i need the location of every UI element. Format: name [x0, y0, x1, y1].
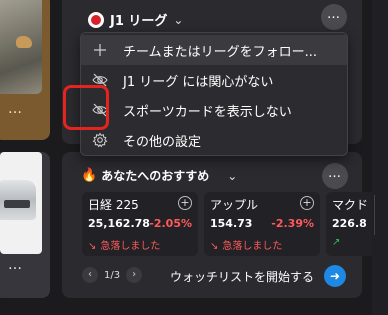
more-options-button[interactable]: … — [8, 101, 23, 117]
menu-item-label: スポーツカードを表示しない — [123, 104, 292, 120]
plus-icon — [94, 44, 106, 56]
pager: ‹ 1/3 › — [82, 267, 143, 283]
menu-item-label: その他の設定 — [123, 134, 202, 150]
arrow-right-icon[interactable]: ➜ — [324, 265, 346, 287]
stock-trend: ↘ 急落しました — [88, 241, 161, 252]
next-page-button[interactable]: › — [126, 267, 143, 283]
start-watchlist-link[interactable]: ウォッチリストを開始する — [170, 268, 314, 285]
context-menu: チームまたはリーグをフォロー... J1 リーグ には関心がない スポーツカード… — [80, 32, 348, 156]
stock-tile[interactable]: アップル + 154.73 -2.39% ↘ 急落しました — [204, 192, 320, 256]
highlight-annotation — [63, 85, 109, 130]
league-logo-icon — [88, 11, 104, 28]
menu-item-not-interested-league[interactable]: J1 リーグ には関心がない — [81, 65, 347, 95]
recommendations-more-button[interactable]: … — [322, 163, 348, 189]
stock-name: 日経 225 — [88, 198, 139, 212]
add-to-watchlist-icon[interactable]: + — [178, 196, 192, 210]
news-card-car[interactable]: … — [0, 152, 50, 298]
stock-change: -2.39% — [271, 217, 314, 230]
fire-icon: 🔥 — [81, 168, 98, 183]
stock-name: アップル — [210, 198, 259, 212]
league-title: J1 リーグ — [110, 14, 168, 29]
trend-down-icon: ↘ — [88, 241, 97, 252]
more-options-button[interactable]: … — [8, 257, 23, 273]
menu-item-label: チームまたはリーグをフォロー... — [123, 44, 318, 60]
trend-up-icon: ↗ — [332, 237, 341, 248]
add-to-watchlist-icon[interactable]: + — [300, 196, 314, 210]
menu-item-settings[interactable]: その他の設定 — [81, 125, 347, 155]
trend-down-icon: ↘ — [210, 241, 219, 252]
menu-item-hide-sports-card[interactable]: スポーツカードを表示しない — [81, 95, 347, 125]
gear-icon — [92, 132, 108, 148]
chevron-down-icon[interactable]: ⌄ — [173, 13, 183, 27]
car-grille — [4, 200, 30, 208]
scrollbar[interactable] — [374, 195, 378, 235]
stock-tile[interactable]: 日経 225 + 25,162.78 -2.05% ↘ 急落しました — [82, 192, 198, 256]
page-indicator: 1/3 — [104, 269, 121, 281]
recommendations-header[interactable]: 🔥 あなたへのおすすめ ⌄ — [81, 167, 237, 184]
stock-price: 25,162.78 — [88, 217, 150, 230]
stock-name: マクド — [332, 198, 369, 212]
recommendations-title: あなたへのおすすめ — [101, 169, 210, 183]
dog-image — [16, 36, 32, 48]
menu-item-label: J1 リーグ には関心がない — [123, 74, 274, 90]
stock-change: -2.05% — [149, 217, 192, 230]
sports-card-header[interactable]: J1 リーグ ⌄ — [88, 10, 183, 29]
news-card-dog[interactable]: … — [0, 0, 50, 140]
previous-page-button[interactable]: ‹ — [82, 267, 98, 283]
stock-trend: ↘ 急落しました — [210, 241, 283, 252]
stock-price: 226.8 — [332, 217, 367, 230]
chevron-down-icon[interactable]: ⌄ — [227, 169, 237, 183]
menu-item-follow[interactable]: チームまたはリーグをフォロー... — [81, 35, 347, 65]
right-edge-panel — [372, 0, 388, 315]
stock-price: 154.73 — [210, 217, 253, 230]
sports-more-button[interactable]: … — [321, 4, 347, 30]
